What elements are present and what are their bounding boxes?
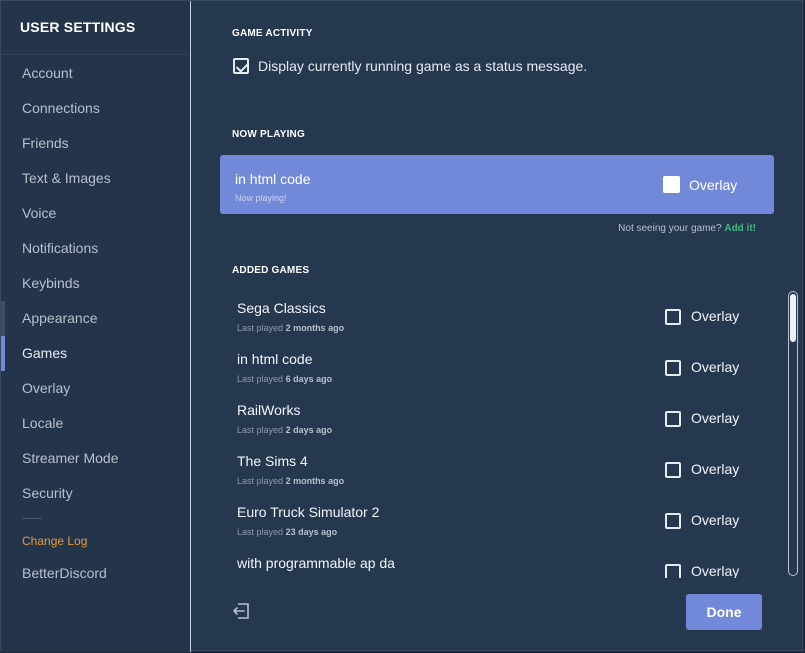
now-playing-heading: Now Playing xyxy=(232,129,305,140)
sidebar-item-label: Connections xyxy=(22,100,100,116)
done-button[interactable]: Done xyxy=(686,594,762,630)
now-playing-game-name: in html code xyxy=(235,171,311,187)
sidebar-divider xyxy=(22,518,42,519)
overlay-checkbox[interactable] xyxy=(665,309,681,325)
now-playing-overlay-checkbox[interactable] xyxy=(663,176,680,193)
not-seeing-game-hint: Not seeing your game? Add it! xyxy=(618,223,756,234)
sidebar-item-friends[interactable]: Friends xyxy=(1,126,190,161)
games-settings-panel: Game Activity Display currently running … xyxy=(192,1,802,652)
overlay-label: Overlay xyxy=(691,308,740,324)
game-activity-label: Display currently running game as a stat… xyxy=(258,58,588,74)
now-playing-overlay-label: Overlay xyxy=(689,177,738,193)
overlay-label: Overlay xyxy=(691,563,740,578)
overlay-checkbox[interactable] xyxy=(665,462,681,478)
sidebar-item-connections[interactable]: Connections xyxy=(1,91,190,126)
sidebar-item-label: Appearance xyxy=(22,310,98,326)
games-list-scrollbar[interactable] xyxy=(788,291,798,576)
overlay-label: Overlay xyxy=(691,461,740,477)
sidebar-item-streamer-mode[interactable]: Streamer Mode xyxy=(1,441,190,476)
sidebar-item-notifications[interactable]: Notifications xyxy=(1,231,190,266)
sidebar-item-label: Text & Images xyxy=(22,170,111,186)
sidebar-item-appearance[interactable]: Appearance xyxy=(1,301,190,336)
game-row: RailWorks Last played 2 days ago Overlay xyxy=(237,395,777,446)
sidebar-item-voice[interactable]: Voice xyxy=(1,196,190,231)
game-name: Euro Truck Simulator 2 xyxy=(237,504,380,520)
overlay-checkbox[interactable] xyxy=(665,564,681,578)
game-last-played: Last played 2 months ago xyxy=(237,323,345,333)
game-row: Euro Truck Simulator 2 Last played 23 da… xyxy=(237,497,777,548)
game-row: The Sims 4 Last played 2 months ago Over… xyxy=(237,446,777,497)
game-last-played: Last played 23 days ago xyxy=(237,527,338,537)
sidebar-item-label: Streamer Mode xyxy=(22,450,119,466)
sidebar-item-label: Friends xyxy=(22,135,69,151)
now-playing-status: Now playing! xyxy=(235,193,287,203)
sidebar-nav: Account Connections Friends Text & Image… xyxy=(1,56,190,511)
overlay-checkbox[interactable] xyxy=(665,513,681,529)
sidebar-item-security[interactable]: Security xyxy=(1,476,190,511)
overlay-label: Overlay xyxy=(691,359,740,375)
now-playing-card: in html code Now playing! Overlay xyxy=(220,155,774,214)
sidebar-item-overlay[interactable]: Overlay xyxy=(1,371,190,406)
overlay-checkbox[interactable] xyxy=(665,411,681,427)
overlay-label: Overlay xyxy=(691,410,740,426)
sidebar-title: User Settings xyxy=(20,19,136,35)
not-seeing-text: Not seeing your game? xyxy=(618,223,722,234)
game-name: with programmable ap da xyxy=(237,555,395,571)
scrollbar-thumb[interactable] xyxy=(790,294,796,342)
overlay-checkbox[interactable] xyxy=(665,360,681,376)
sidebar-item-keybinds[interactable]: Keybinds xyxy=(1,266,190,301)
sidebar-item-betterdiscord[interactable]: BetterDiscord xyxy=(22,565,107,581)
sidebar-item-label: Account xyxy=(22,65,73,81)
sidebar-item-label: Keybinds xyxy=(22,275,80,291)
sidebar-item-label: Notifications xyxy=(22,240,99,256)
sidebar-item-games[interactable]: Games xyxy=(1,336,190,371)
sidebar-item-label: Overlay xyxy=(22,380,71,396)
sidebar-item-label: Security xyxy=(22,485,73,501)
game-row: with programmable ap da Overlay xyxy=(237,548,777,578)
game-last-played: Last played 2 days ago xyxy=(237,425,333,435)
settings-window: User Settings Account Connections Friend… xyxy=(0,0,803,652)
game-last-played: Last played 6 days ago xyxy=(237,374,333,384)
sidebar-item-text-images[interactable]: Text & Images xyxy=(1,161,190,196)
game-name: RailWorks xyxy=(237,402,301,418)
sidebar-item-change-log[interactable]: Change Log xyxy=(22,534,87,548)
sidebar-item-account[interactable]: Account xyxy=(1,56,190,91)
add-it-link[interactable]: Add it! xyxy=(724,223,756,234)
game-row: Sega Classics Last played 2 months ago O… xyxy=(237,293,777,344)
sidebar-item-locale[interactable]: Locale xyxy=(1,406,190,441)
sidebar-item-label: Voice xyxy=(22,205,57,221)
settings-sidebar: User Settings Account Connections Friend… xyxy=(1,1,191,652)
game-row: in html code Last played 6 days ago Over… xyxy=(237,344,777,395)
added-games-list: Sega Classics Last played 2 months ago O… xyxy=(237,293,777,578)
sidebar-divider xyxy=(1,54,190,55)
game-name: in html code xyxy=(237,351,313,367)
overlay-label: Overlay xyxy=(691,512,740,528)
game-name: The Sims 4 xyxy=(237,453,308,469)
game-activity-heading: Game Activity xyxy=(232,28,313,39)
exit-icon[interactable] xyxy=(232,602,250,620)
sidebar-item-label: Locale xyxy=(22,415,64,431)
game-last-played: Last played 2 months ago xyxy=(237,476,345,486)
checkmark-icon xyxy=(235,59,250,73)
game-activity-checkbox[interactable] xyxy=(233,58,250,74)
added-games-heading: Added Games xyxy=(232,265,310,276)
game-name: Sega Classics xyxy=(237,300,326,316)
sidebar-item-label: Games xyxy=(22,345,68,361)
